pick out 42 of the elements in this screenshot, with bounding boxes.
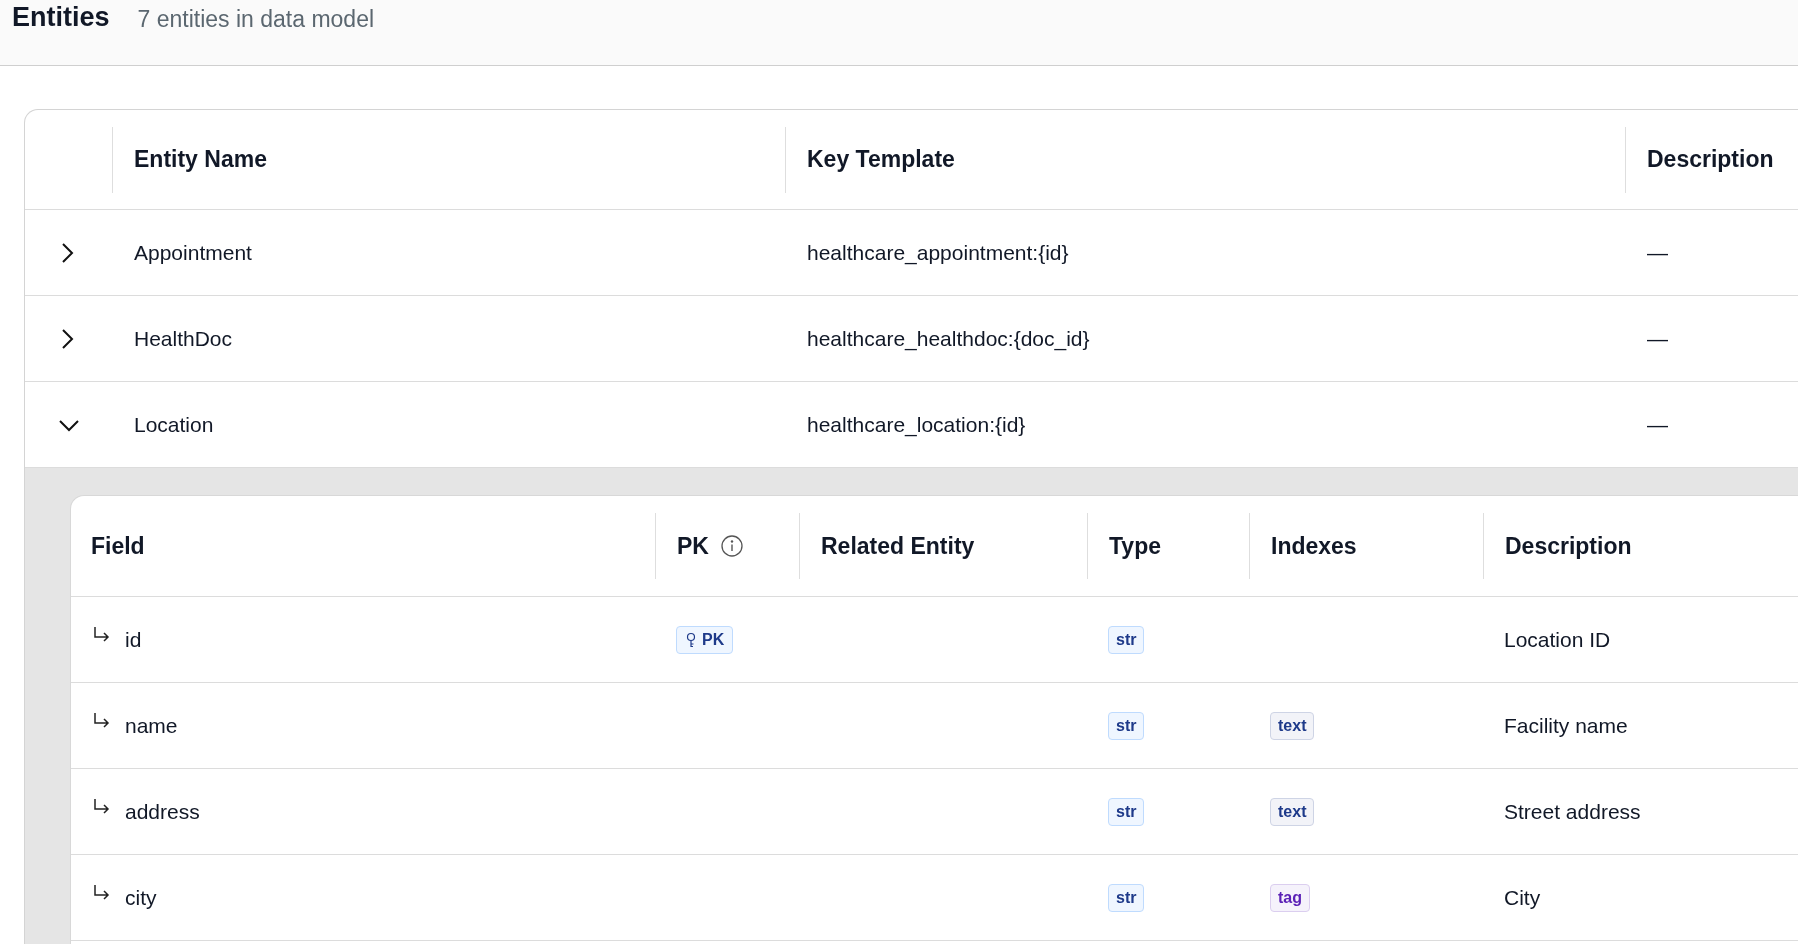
field-name: id: [125, 627, 142, 652]
key-template: healthcare_location:{id}: [806, 412, 1027, 437]
type-badge: str: [1108, 797, 1145, 826]
page-title: Entities: [12, 2, 110, 33]
index-badge: text: [1270, 797, 1315, 826]
field-name: name: [125, 713, 178, 738]
field-description: Street address: [1503, 799, 1642, 824]
column-header: Description: [1505, 532, 1632, 560]
entity-count: 7 entities in data model: [137, 6, 375, 33]
child-arrow-icon: [93, 712, 111, 729]
child-arrow-icon: [93, 626, 111, 643]
field-description: Facility name: [1503, 713, 1629, 738]
field-name: city: [125, 885, 157, 910]
key-template: healthcare_appointment:{id}: [806, 240, 1070, 265]
column-header: Entity Name: [112, 126, 785, 193]
child-arrow-icon: [93, 884, 111, 901]
column-header: Field: [91, 532, 145, 560]
index-badge: tag: [1270, 883, 1310, 912]
column-header: PK: [677, 532, 709, 560]
entity-name: Appointment: [133, 240, 253, 265]
entity-description: —: [1646, 326, 1669, 351]
field-description: City: [1503, 885, 1542, 910]
column-header: Key Template: [785, 126, 1625, 193]
entity-name: Location: [133, 412, 215, 437]
column-header: Description: [1625, 126, 1798, 193]
column-header: Related Entity: [821, 532, 975, 560]
pk-label: PK: [702, 630, 725, 649]
type-badge: str: [1108, 883, 1145, 912]
column-header: Indexes: [1271, 532, 1357, 560]
type-badge: str: [1108, 625, 1145, 654]
entity-description: —: [1646, 412, 1669, 437]
info-icon: [720, 535, 743, 557]
type-badge: str: [1108, 711, 1145, 740]
entity-description: —: [1646, 240, 1669, 265]
index-badge: text: [1270, 711, 1315, 740]
field-description: Location ID: [1503, 627, 1612, 652]
entity-name: HealthDoc: [133, 326, 234, 351]
child-arrow-icon: [93, 798, 111, 815]
key-icon: [685, 631, 697, 648]
key-template: healthcare_healthdoc:{doc_id}: [806, 326, 1091, 351]
column-header: Type: [1109, 532, 1161, 560]
field-name: address: [125, 799, 200, 824]
